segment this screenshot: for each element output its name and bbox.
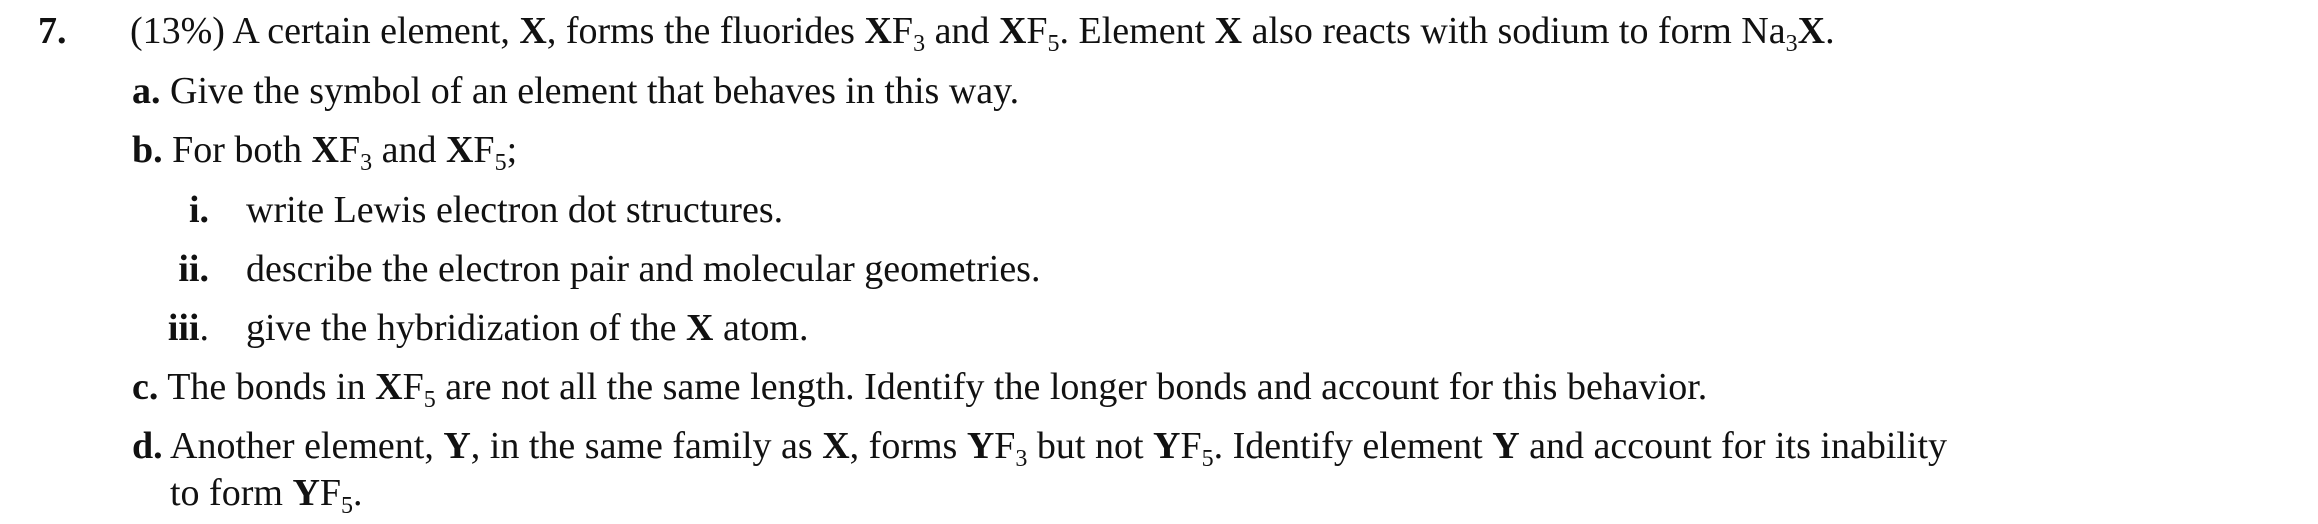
- question-number: 7.: [38, 10, 67, 52]
- part-c: c. The bonds in XF5 are not all the same…: [132, 366, 1708, 413]
- part-a: a. Give the symbol of an element that be…: [132, 68, 1019, 114]
- part-c-label: c.: [132, 366, 159, 408]
- part-b-label: b.: [132, 129, 163, 171]
- question-stem: (13%) A certain element, X, forms the fl…: [130, 10, 1835, 57]
- sub-i-text: write Lewis electron dot structures.: [246, 189, 784, 231]
- sub-ii-label: ii.: [178, 248, 209, 290]
- question-percent: (13%): [130, 10, 225, 52]
- part-a-label: a.: [132, 70, 161, 112]
- part-d-continuation: to form YF5.: [170, 472, 363, 519]
- sub-iii-label: iii.: [167, 307, 209, 349]
- part-d-label: d.: [132, 425, 163, 467]
- sub-i-label: i.: [188, 189, 209, 231]
- part-d: d. Another element, Y, in the same famil…: [132, 425, 1948, 472]
- part-b: b. For both XF3 and XF5;: [132, 129, 518, 176]
- sub-ii-text: describe the electron pair and molecular…: [246, 248, 1041, 290]
- part-a-text: Give the symbol of an element that behav…: [160, 70, 1020, 112]
- sub-iii-text: give the hybridization of the X atom.: [246, 307, 809, 349]
